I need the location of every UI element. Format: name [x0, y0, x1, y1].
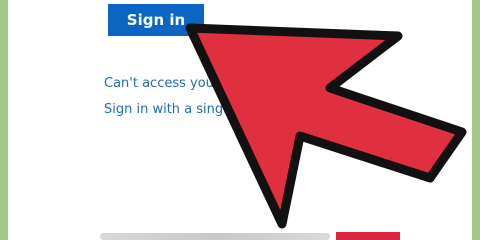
sign-in-button[interactable]: Sign in: [108, 4, 204, 36]
blurred-footer-text: [100, 233, 330, 240]
cant-access-account-link[interactable]: Can't access your acc: [104, 76, 246, 91]
footer-red-button[interactable]: [336, 232, 400, 240]
single-use-code-link[interactable]: Sign in with a single-use: [104, 102, 262, 117]
sign-in-panel: Sign in Can't access your acc Sign in wi…: [8, 0, 472, 240]
